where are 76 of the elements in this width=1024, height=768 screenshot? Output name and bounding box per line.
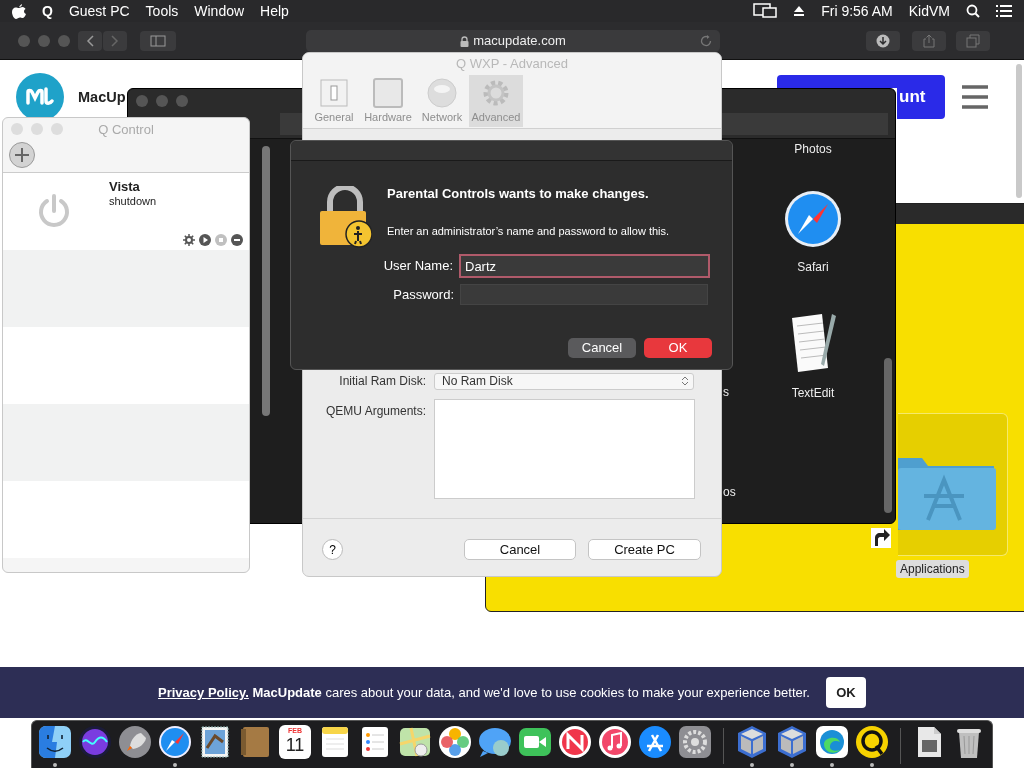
user-name-field[interactable]: Dartz: [459, 254, 710, 278]
rocket-icon[interactable]: [117, 724, 153, 760]
dialog-button[interactable]: Cancel: [568, 338, 636, 358]
url-text: macupdate.com: [473, 32, 566, 51]
dialog-button[interactable]: OK: [644, 338, 712, 358]
face-icon[interactable]: [37, 724, 73, 760]
app-label[interactable]: Photos: [794, 140, 832, 158]
display-icon[interactable]: [753, 3, 778, 19]
address-bar[interactable]: macupdate.com: [306, 30, 720, 52]
help-button[interactable]: ?: [322, 539, 343, 560]
window-title: Q Control: [98, 122, 154, 137]
app-label[interactable]: Safari: [797, 258, 829, 276]
machine-name: Vista: [109, 178, 140, 196]
dialog-message: Enter an administrator’s name and password to allow this.: [387, 223, 671, 239]
ok-button[interactable]: OK: [825, 677, 866, 708]
menu-icon[interactable]: [962, 85, 988, 109]
create-pc-button[interactable]: Create PC: [588, 539, 701, 560]
gear-icon[interactable]: [677, 724, 713, 760]
tabs-icon: [966, 34, 980, 48]
cancel-button[interactable]: Cancel: [464, 539, 576, 560]
menu-item[interactable]: Tools: [145, 0, 179, 22]
field-label: Initial Ram Disk:: [338, 373, 427, 390]
orb-icon[interactable]: [77, 724, 113, 760]
updown-icon: [681, 375, 689, 387]
field-label: User Name:: [382, 257, 454, 276]
qemu-arguments-field[interactable]: [434, 399, 695, 499]
remove-icon[interactable]: [231, 234, 243, 246]
select-value: No Ram Disk: [442, 373, 513, 390]
clock[interactable]: Fri 9:56 AM: [821, 0, 893, 22]
site-name[interactable]: MacUp: [78, 89, 126, 106]
compass-icon[interactable]: [157, 724, 193, 760]
privacy-policy-link[interactable]: Privacy Policy.: [158, 684, 249, 700]
app-label[interactable]: TextEdit: [791, 384, 835, 402]
account-button[interactable]: unt: [897, 75, 945, 119]
window-title: Q WXP - Advanced: [303, 53, 721, 75]
wave-icon[interactable]: [814, 724, 850, 760]
app-label: s: [723, 384, 729, 401]
reload-icon[interactable]: [700, 35, 712, 47]
lock-icon: [318, 186, 372, 248]
eject-icon[interactable]: [793, 5, 806, 17]
app-label: os: [723, 484, 736, 501]
folder-item[interactable]: [898, 413, 1008, 556]
ring-icon[interactable]: [854, 724, 890, 760]
machine-item[interactable]: Vista shutdown: [3, 173, 249, 250]
gear-icon[interactable]: [183, 234, 195, 246]
menu-item[interactable]: Help: [260, 0, 289, 22]
music-note-icon[interactable]: [597, 724, 633, 760]
field-label: Password:: [392, 285, 455, 304]
download-icon: [876, 34, 890, 48]
calendar-day: 11: [285, 735, 305, 755]
folder-label[interactable]: Applications: [896, 560, 969, 578]
menu-item[interactable]: Guest PC: [68, 0, 130, 22]
flower-icon[interactable]: [437, 724, 473, 760]
apple-icon: [12, 3, 26, 19]
download-button[interactable]: [866, 31, 900, 51]
sidebar-icon: [150, 35, 166, 47]
field-label: QEMU Arguments:: [324, 403, 427, 420]
app-store-icon[interactable]: [637, 724, 673, 760]
chevron-right-icon: [111, 35, 119, 47]
compass-icon: [784, 190, 842, 248]
plus-icon: [14, 147, 30, 163]
list-icon[interactable]: [996, 5, 1012, 17]
lock-icon: [460, 35, 470, 47]
play-icon[interactable]: [199, 234, 211, 246]
machine-status: shutdown: [109, 194, 157, 209]
dialog-title: Parental Controls wants to make changes.: [387, 185, 650, 203]
menu-item[interactable]: Window: [194, 0, 245, 22]
cookie-notice: Privacy Policy. MacUpdate cares about your data, and we'd love to use cookies to make your experience better.: [158, 683, 810, 702]
share-icon: [923, 34, 935, 48]
search-icon[interactable]: [966, 4, 980, 18]
chevron-left-icon: [86, 35, 94, 47]
add-button[interactable]: [9, 142, 35, 168]
back-button[interactable]: [78, 31, 102, 51]
user-name[interactable]: KidVM: [908, 0, 950, 22]
ram-disk-select[interactable]: No Ram Disk: [434, 372, 694, 390]
app-menu[interactable]: Q: [42, 0, 53, 22]
